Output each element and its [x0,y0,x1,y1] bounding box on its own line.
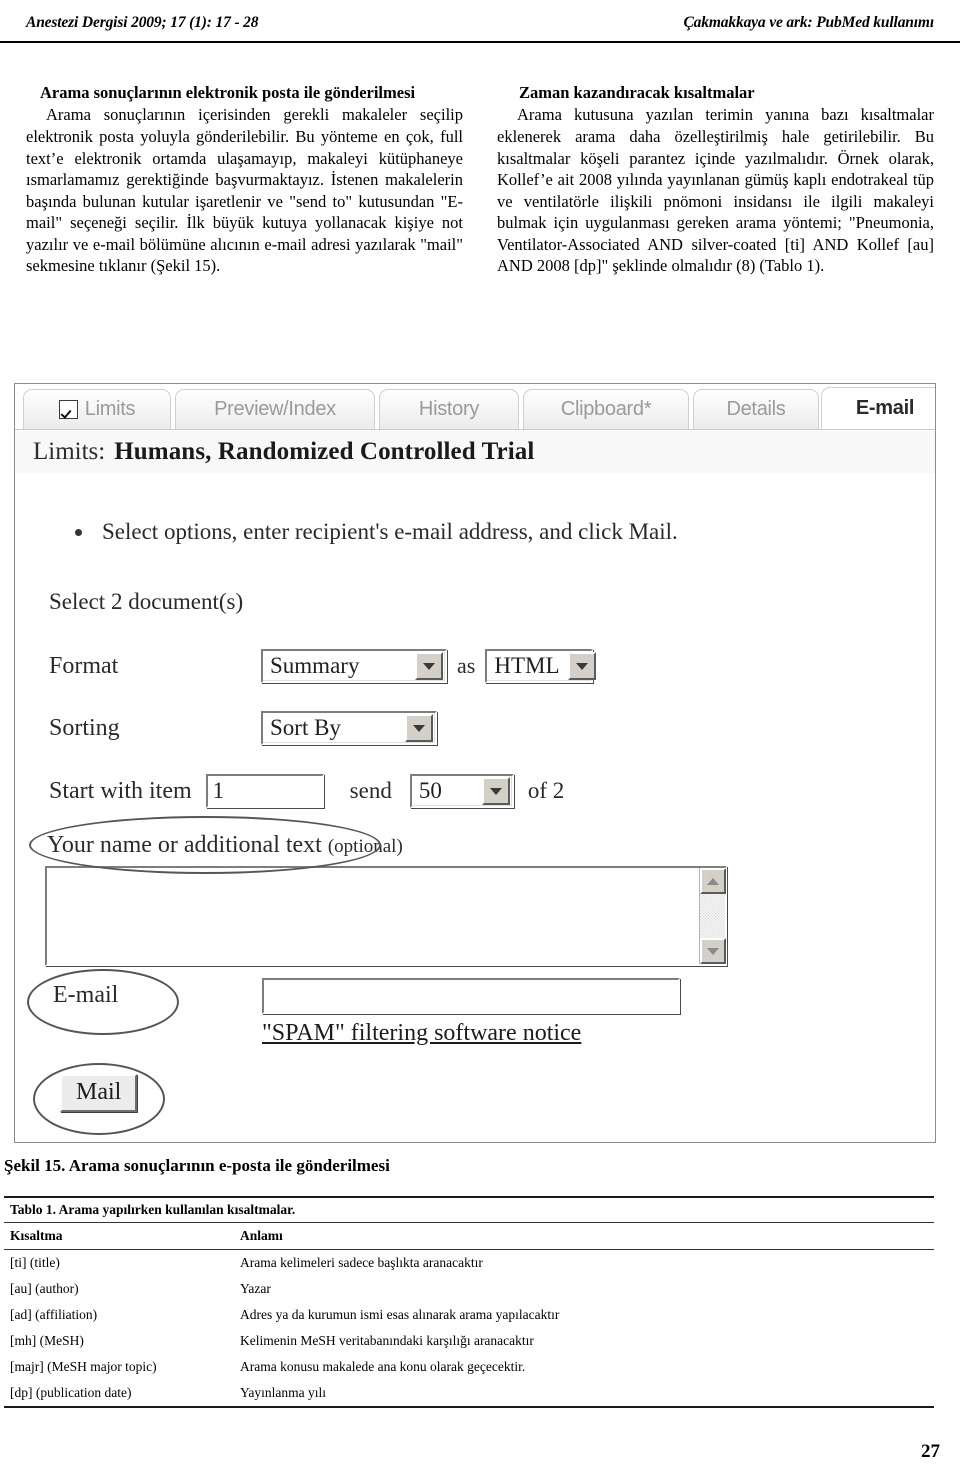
table-cell-meaning: Arama kelimeleri sadece başlıkta aranaca… [240,1255,483,1270]
right-column-paragraph: Arama kutusuna yazılan terimin yanına ba… [497,105,934,276]
send-count-select[interactable]: 50 [409,774,514,808]
table-row: [mh] (MeSH) Kelimenin MeSH veritabanında… [4,1328,934,1354]
start-with-item-row: Start with item send 50 of 2 [49,774,564,808]
chevron-down-icon[interactable] [415,652,443,680]
table-row: [dp] (publication date) Yayınlanma yılı [4,1380,934,1406]
format-select-value: Summary [270,653,360,678]
pubmed-email-screenshot: Limits Preview/Index History Clipboard* … [14,383,936,1143]
table-cell-meaning: Kelimenin MeSH veritabanındaki karşılığı… [240,1333,534,1348]
mail-button[interactable]: Mail [60,1074,138,1112]
tab-limits-label: Limits [84,398,136,420]
output-format-select-value: HTML [494,653,560,678]
table-cell-meaning: Yayınlanma yılı [240,1385,327,1400]
pubmed-tabstrip: Limits Preview/Index History Clipboard* … [15,384,935,430]
of-total-label: of 2 [527,778,565,803]
tab-preview-index-label: Preview/Index [214,398,336,420]
table-cell-meaning: Arama konusu makalede ana konu olarak ge… [240,1359,526,1374]
table-row: [ti] (title) Arama kelimeleri sadece baş… [4,1250,934,1277]
left-column: Arama sonuçlarının elektronik posta ile … [26,82,463,277]
tab-history[interactable]: History [379,389,519,429]
table-header-row: Kısaltma Anlamı [4,1223,934,1250]
table-title: Tablo 1. Arama yapılırken kullanılan kıs… [4,1198,934,1223]
instruction-text: Select options, enter recipient's e-mail… [102,519,678,544]
table-cell-meaning: Adres ya da kurumun ismi esas alınarak a… [240,1307,560,1322]
limits-value: Humans, Randomized Controlled Trial [114,438,535,465]
additional-text-label: Your name or additional text (optional) [47,832,403,859]
table-header-meaning: Anlamı [234,1223,934,1250]
checkbox-icon[interactable] [58,400,78,419]
running-header: Anestezi Dergisi 2009; 17 (1): 17 - 28 Ç… [26,14,934,32]
bullet-icon [75,528,82,536]
sorting-row: Sorting Sort By [49,711,437,745]
sorting-label: Sorting [49,714,120,741]
start-item-input[interactable] [205,774,324,808]
email-field-label: E-mail [53,982,119,1008]
tab-preview-index[interactable]: Preview/Index [175,389,375,429]
tab-email-label: E-mail [855,396,915,419]
table-row: [majr] (MeSH major topic) Arama konusu m… [4,1354,934,1380]
page-number: 27 [921,1441,940,1462]
email-input[interactable] [262,978,680,1014]
table-cell-meaning: Yazar [240,1281,271,1296]
spam-notice-link[interactable]: "SPAM" filtering software notice [262,1020,581,1047]
tab-email[interactable]: E-mail [821,387,935,429]
table-cell-abbreviation: [mh] (MeSH) [10,1333,84,1348]
tab-details[interactable]: Details [693,389,819,429]
chevron-down-icon[interactable] [405,714,433,742]
additional-text-label-optional: (optional) [327,836,403,857]
body-columns: Arama sonuçlarının elektronik posta ile … [26,82,934,277]
chevron-down-icon[interactable] [567,652,596,680]
start-with-item-label: Start with item [49,777,192,804]
table-row: [ad] (affiliation) Adres ya da kurumun i… [4,1302,934,1328]
output-format-select[interactable]: HTML [485,649,596,683]
tab-history-label: History [418,398,480,420]
tab-details-label: Details [726,398,786,420]
format-row: Format Summary as HTML [49,649,596,683]
limits-label: Limits: [33,438,106,465]
format-label: Format [49,652,119,679]
as-label: as [457,653,476,678]
sorting-select-value: Sort By [270,715,341,740]
scroll-down-icon[interactable] [700,938,726,964]
table-header-abbreviation: Kısaltma [4,1223,234,1250]
additional-text-textarea[interactable] [45,866,727,966]
header-author-ref: Çakmakkaya ve ark: PubMed kullanımı [683,14,934,31]
abbreviation-table: Kısaltma Anlamı [ti] (title) Arama kelim… [4,1223,934,1406]
table-cell-abbreviation: [ti] (title) [10,1255,60,1270]
header-rule [0,41,960,43]
right-column-heading: Zaman kazandıracak kısaltmalar [519,83,755,102]
selected-documents-count: Select 2 document(s) [49,589,244,614]
instruction-line: Select options, enter recipient's e-mail… [75,519,678,545]
right-column: Zaman kazandıracak kısaltmalar Arama kut… [497,82,934,277]
limits-summary-bar: Limits: Humans, Randomized Controlled Tr… [15,431,935,473]
sorting-select[interactable]: Sort By [261,711,437,745]
tab-clipboard-label: Clipboard* [560,398,652,420]
send-count-value: 50 [418,778,442,803]
tab-limits[interactable]: Limits [23,389,171,429]
additional-text-label-main: Your name or additional text [47,832,322,858]
format-select[interactable]: Summary [261,649,447,683]
left-column-heading: Arama sonuçlarının elektronik posta ile … [40,83,416,102]
table-cell-abbreviation: [majr] (MeSH major topic) [10,1359,157,1374]
send-label: send [349,778,392,803]
figure-caption: Şekil 15. Arama sonuçlarının e-posta ile… [4,1156,390,1175]
tab-clipboard[interactable]: Clipboard* [523,389,689,429]
table-cell-abbreviation: [dp] (publication date) [10,1385,132,1400]
chevron-down-icon[interactable] [481,777,510,805]
left-column-paragraph: Arama sonuçlarının içerisinden gerekli m… [26,105,463,276]
table-cell-abbreviation: [ad] (affiliation) [10,1307,98,1322]
textarea-scrollbar[interactable] [699,868,726,964]
scroll-up-icon[interactable] [700,868,726,894]
header-journal-ref: Anestezi Dergisi 2009; 17 (1): 17 - 28 [26,14,259,31]
table-cell-abbreviation: [au] (author) [10,1281,79,1296]
table-row: [au] (author) Yazar [4,1276,934,1302]
abbreviation-table-wrapper: Tablo 1. Arama yapılırken kullanılan kıs… [4,1196,934,1408]
